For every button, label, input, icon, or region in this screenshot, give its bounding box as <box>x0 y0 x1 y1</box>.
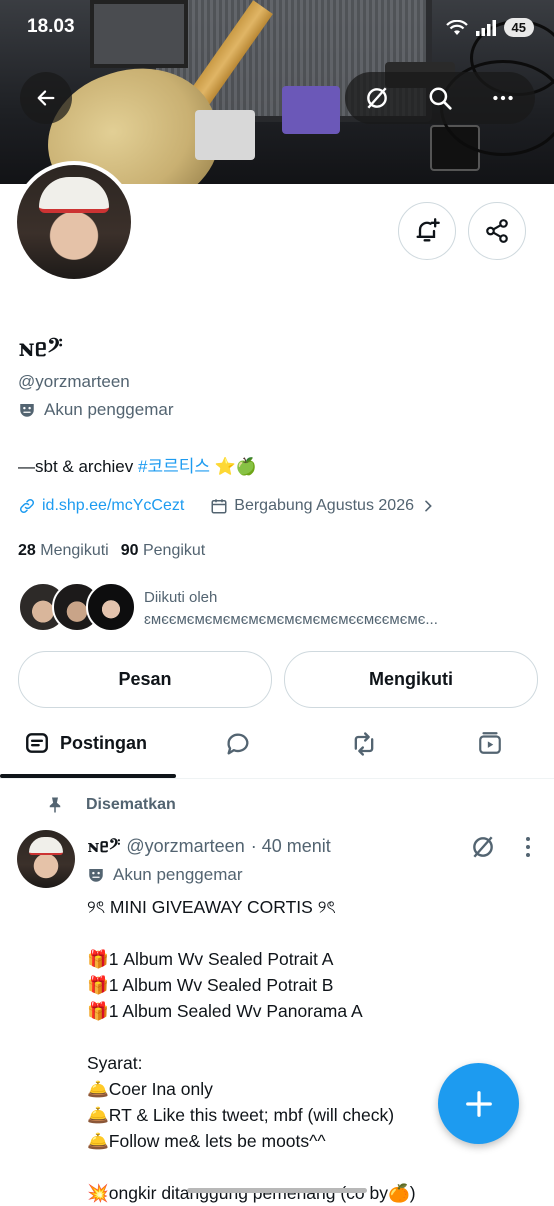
following-label: Mengikuti <box>40 542 109 559</box>
followed-by-avatars[interactable] <box>18 582 136 632</box>
grok-icon[interactable] <box>364 85 390 111</box>
chevron-right-icon[interactable] <box>420 498 436 514</box>
notification-button[interactable] <box>398 202 456 260</box>
banner-actions <box>345 72 535 124</box>
avatar-hat <box>29 837 63 855</box>
following-button[interactable]: Mengikuti <box>284 651 538 708</box>
share-button[interactable] <box>468 202 526 260</box>
masks-icon <box>89 869 103 882</box>
message-button[interactable]: Pesan <box>18 651 272 708</box>
search-icon[interactable] <box>427 85 453 111</box>
pin-icon <box>49 797 61 813</box>
bio-text: —sbt & archiev <box>18 457 138 476</box>
post-body[interactable]: ୨ৎ MINI GIVEAWAY CORTIS ୨ৎ 🎁1 Album Wv S… <box>87 894 527 1206</box>
active-tab-indicator <box>0 774 176 778</box>
share-icon <box>486 219 508 243</box>
post-header: ɴᥱ𝄢 @yorzmarteen · 40 menit <box>87 836 331 857</box>
follow-counts: 28 Mengikuti 90 Pengikut <box>18 542 205 560</box>
reposts-icon <box>354 732 374 756</box>
more-icon[interactable] <box>490 85 516 111</box>
media-icon <box>479 732 501 754</box>
account-label-text: Akun penggemar <box>44 400 174 419</box>
post-author-name[interactable]: ɴᥱ𝄢 <box>87 836 120 857</box>
followers-count: 90 <box>120 542 139 559</box>
followers-link[interactable]: 90 Pengikut <box>121 542 206 560</box>
grok-icon[interactable] <box>470 834 496 860</box>
posts-icon <box>26 733 48 753</box>
post-account-label-text: Akun penggemar <box>113 865 243 884</box>
tab-reposts[interactable] <box>350 730 378 758</box>
banner-pedal-memory <box>195 110 255 160</box>
replies-icon <box>227 733 249 755</box>
profile-banner[interactable]: 18.03 45 <box>0 0 554 184</box>
tab-posts-label: Postingan <box>60 732 148 753</box>
profile-display-name: ɴᥱ𝄢 <box>18 333 63 362</box>
pinned-label: Disematkan <box>46 796 176 814</box>
back-arrow-icon <box>37 90 55 106</box>
banner-pedal-purple <box>282 86 340 134</box>
battery-level: 45 <box>503 18 534 37</box>
post-account-label: Akun penggemar <box>87 865 242 885</box>
status-icons: 45 <box>445 18 534 37</box>
compose-plus-icon <box>465 1090 492 1117</box>
pinned-text: Disematkan <box>86 796 176 813</box>
tab-media[interactable] <box>477 730 503 756</box>
following-count: 28 <box>18 542 36 559</box>
profile-bio: —sbt & archiev #코르티스 ⭐🍏 <box>18 452 257 477</box>
signal-icon <box>475 19 496 36</box>
banner-amp-panel <box>90 0 188 68</box>
followed-by-names: ɛмєємємємємємємємємємємєємєємємє... <box>144 611 438 628</box>
profile-account-label: Akun penggemar <box>18 400 173 420</box>
profile-handle: @yorzmarteen <box>18 372 130 391</box>
tab-posts[interactable]: Postingan <box>24 730 147 756</box>
followers-label: Pengikut <box>142 542 206 559</box>
profile-tabs: Postingan <box>0 712 554 779</box>
status-time: 18.03 <box>27 16 75 37</box>
profile-meta: id.shp.ee/mcYcCezt Bergabung Agustus 202… <box>18 497 436 515</box>
profile-avatar-image <box>17 165 131 279</box>
post-avatar[interactable] <box>17 830 75 888</box>
avatar <box>86 582 136 632</box>
followed-by-title: Diikuti oleh <box>144 589 218 606</box>
link-icon <box>19 498 35 514</box>
bio-emoji: ⭐🍏 <box>214 457 258 476</box>
back-button[interactable] <box>20 72 72 124</box>
masks-icon <box>20 404 34 417</box>
post-author-handle[interactable]: @yorzmarteen <box>126 836 244 857</box>
home-indicator[interactable] <box>187 1188 367 1193</box>
profile-avatar[interactable] <box>13 161 135 283</box>
more-vertical-icon[interactable] <box>524 836 532 858</box>
wifi-icon <box>445 19 468 35</box>
followed-by-text[interactable]: Diikuti oleh ɛмєємємємємємємємємємємєємє… <box>144 587 539 631</box>
post-time: · 40 menit <box>250 836 331 856</box>
tab-replies[interactable] <box>224 730 252 758</box>
notification-bell-icon <box>416 218 440 242</box>
profile-link[interactable]: id.shp.ee/mcYcCezt <box>42 497 184 515</box>
compose-button[interactable] <box>438 1063 519 1144</box>
profile-joined: Bergabung Agustus 2026 <box>234 497 414 514</box>
bio-hashtag[interactable]: #코르티스 <box>138 457 210 476</box>
post-actions <box>470 834 532 860</box>
calendar-icon <box>211 499 227 514</box>
avatar-hat <box>39 177 109 213</box>
following-link[interactable]: 28 Mengikuti <box>18 542 109 560</box>
